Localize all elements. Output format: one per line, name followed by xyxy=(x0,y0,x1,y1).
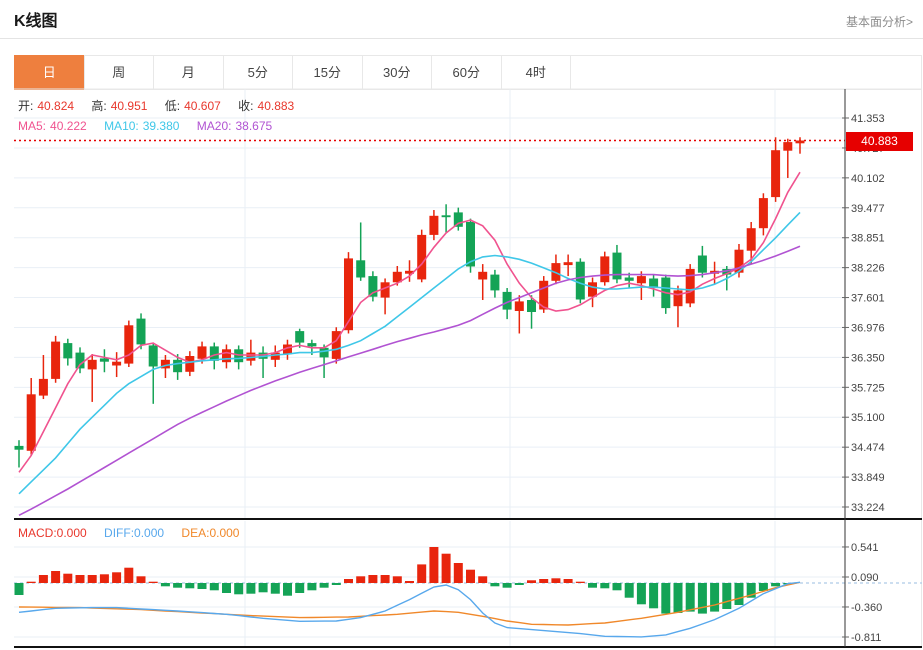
open-label: 开: xyxy=(18,99,34,113)
ma10-label: MA10: xyxy=(104,119,139,133)
macd-bar: MACD:0.000 DIFF:0.000 DEA:0.000 xyxy=(18,526,243,540)
svg-text:35.100: 35.100 xyxy=(851,412,885,424)
svg-text:-0.360: -0.360 xyxy=(851,602,882,614)
ma5-label: MA5: xyxy=(18,119,47,133)
low-label: 低: xyxy=(164,99,181,113)
dea-value: 0.000 xyxy=(209,526,240,540)
svg-text:36.976: 36.976 xyxy=(851,322,885,334)
svg-text:33.224: 33.224 xyxy=(851,502,885,514)
close-label: 收: xyxy=(238,99,254,113)
open-value: 40.824 xyxy=(37,99,75,113)
svg-text:0.541: 0.541 xyxy=(851,542,879,554)
diff-value: 0.000 xyxy=(134,526,165,540)
chart-borders xyxy=(14,88,922,648)
price-badge: 40.883 xyxy=(846,132,913,151)
svg-text:36.350: 36.350 xyxy=(851,352,885,364)
svg-text:38.851: 38.851 xyxy=(851,233,885,245)
ma5-line xyxy=(18,171,801,473)
svg-text:40.102: 40.102 xyxy=(851,173,885,185)
macd-label: MACD: xyxy=(18,526,57,540)
kline-page: K线图 基本面分析> 日 周 月 5分 15分 30分 60分 4时 41.35… xyxy=(0,0,923,650)
ma10-line xyxy=(18,211,801,495)
svg-text:39.477: 39.477 xyxy=(851,203,885,215)
macd-value: 0.000 xyxy=(56,526,87,540)
axis-labels: 41.35340.72740.10239.47738.85138.22637.6… xyxy=(842,113,885,644)
ma10-value: 39.380 xyxy=(142,119,180,133)
high-value: 40.951 xyxy=(110,99,148,113)
low-value: 40.607 xyxy=(184,99,221,113)
svg-text:-0.811: -0.811 xyxy=(851,632,881,644)
ma5-value: 40.222 xyxy=(50,119,87,133)
svg-text:0.090: 0.090 xyxy=(851,572,879,584)
svg-text:33.849: 33.849 xyxy=(851,472,885,484)
high-label: 高: xyxy=(91,99,107,113)
svg-text:35.725: 35.725 xyxy=(851,382,885,394)
macd-histogram xyxy=(14,547,793,614)
candlestick-series xyxy=(14,137,805,468)
svg-text:37.601: 37.601 xyxy=(851,293,885,305)
ma20-value: 38.675 xyxy=(235,119,273,133)
ma-bar: MA5: 40.222 MA10: 39.380 MA20: 38.675 xyxy=(18,119,276,133)
diff-label: DIFF: xyxy=(104,526,135,540)
svg-text:38.226: 38.226 xyxy=(851,263,885,275)
ohlc-bar: 开: 40.824 高: 40.951 低: 40.607 收: 40.883 xyxy=(18,97,298,114)
svg-text:34.474: 34.474 xyxy=(851,442,885,454)
ma20-line xyxy=(18,245,801,517)
ma20-label: MA20: xyxy=(196,119,232,133)
close-value: 40.883 xyxy=(257,99,295,113)
dea-line xyxy=(18,581,801,626)
svg-text:41.353: 41.353 xyxy=(851,113,885,125)
dea-label: DEA: xyxy=(181,526,210,540)
